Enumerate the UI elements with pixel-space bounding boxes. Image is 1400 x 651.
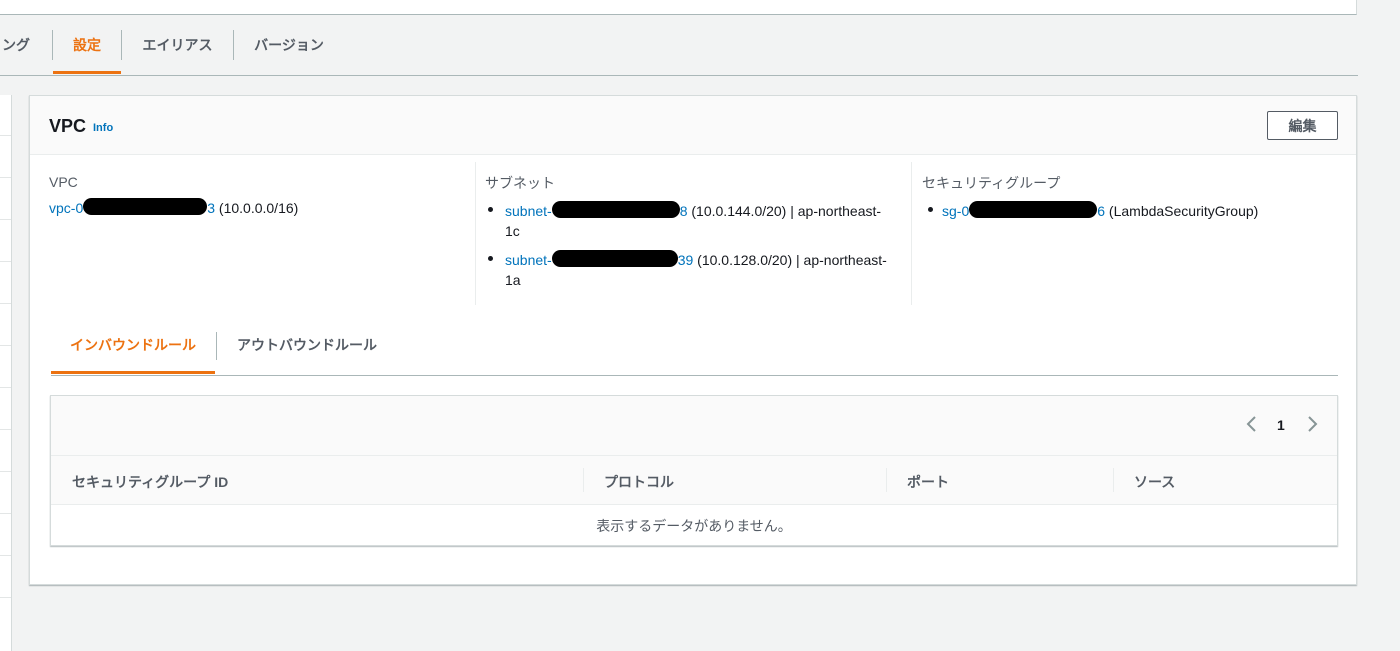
vpc-panel: VPC Info 編集 VPC vpc-0 3 (10.0.0.0/16) サブネ… [29, 95, 1357, 585]
settings-nav-edge [0, 95, 12, 651]
redacted-id [551, 201, 680, 218]
subnet-item: subnet- 8 (10.0.144.0/20) | ap-northeast- [505, 201, 881, 219]
bullet [488, 256, 493, 261]
security-group-link[interactable]: sg-0 6 [942, 201, 1105, 219]
subnet-link[interactable]: subnet- 39 [505, 250, 693, 268]
bullet [488, 207, 493, 212]
column-divider [886, 468, 887, 492]
tab-monitoring[interactable]: ング [0, 30, 32, 74]
subnet-detail: (10.0.144.0/20) | ap-northeast- [691, 203, 882, 219]
redacted-id [551, 250, 678, 267]
panel-title: VPC [49, 116, 87, 136]
security-group-label: セキュリティグループ [922, 175, 1061, 191]
rule-tabs: インバウンドルール アウトバウンドルール [51, 332, 1338, 376]
bullet [928, 207, 933, 212]
redacted-id [83, 198, 208, 215]
column-divider [911, 162, 912, 305]
subnet-detail: (10.0.128.0/20) | ap-northeast- [697, 252, 887, 268]
subnet-link[interactable]: subnet- 8 [505, 201, 688, 219]
chevron-right-icon[interactable] [1304, 414, 1320, 434]
chevron-left-icon[interactable] [1244, 414, 1260, 434]
tab-inbound-rules[interactable]: インバウンドルール [51, 332, 215, 374]
edit-button[interactable]: 編集 [1267, 111, 1338, 140]
column-header-security-group-id[interactable]: セキュリティグループ ID [72, 472, 228, 492]
function-tabs: ング 設定 エイリアス バージョン [0, 30, 1358, 76]
security-group-name: (LambdaSecurityGroup) [1108, 203, 1259, 219]
column-divider [1113, 468, 1114, 492]
vpc-label: VPC [49, 174, 78, 190]
subnet-detail-wrap: 1a [505, 272, 521, 288]
column-header-port[interactable]: ポート [907, 472, 949, 492]
page-number[interactable]: 1 [1277, 417, 1285, 433]
tab-outbound-rules[interactable]: アウトバウンドルール [217, 332, 397, 374]
info-link[interactable]: Info [93, 122, 113, 134]
vpc-link[interactable]: vpc-0 3 [49, 198, 215, 216]
vpc-value: vpc-0 3 (10.0.0.0/16) [49, 198, 298, 216]
column-header-protocol[interactable]: プロトコル [604, 472, 674, 492]
top-panel [0, 0, 1357, 15]
rules-table: 1 セキュリティグループ ID プロトコル ポート ソース 表示するデータがあり… [50, 395, 1338, 546]
tab-versions[interactable]: バージョン [234, 30, 344, 74]
column-divider [475, 162, 476, 305]
vpc-cidr: (10.0.0.0/16) [218, 200, 299, 216]
subnet-label: サブネット [485, 175, 555, 191]
empty-state-message: 表示するデータがありません。 [596, 518, 792, 534]
table-header: セキュリティグループ ID プロトコル ポート ソース [51, 456, 1337, 505]
tab-aliases[interactable]: エイリアス [122, 30, 233, 74]
column-header-source[interactable]: ソース [1134, 472, 1175, 492]
redacted-id [969, 201, 1098, 218]
vpc-panel-header: VPC Info 編集 [30, 96, 1356, 155]
tab-settings[interactable]: 設定 [53, 30, 121, 74]
security-group-item: sg-0 6 (LambdaSecurityGroup) [942, 201, 1258, 219]
subnet-detail-wrap: 1c [505, 223, 520, 239]
table-toolbar: 1 [51, 396, 1337, 456]
subnet-item: subnet- 39 (10.0.128.0/20) | ap-northeast… [505, 250, 887, 268]
column-divider [583, 468, 584, 492]
